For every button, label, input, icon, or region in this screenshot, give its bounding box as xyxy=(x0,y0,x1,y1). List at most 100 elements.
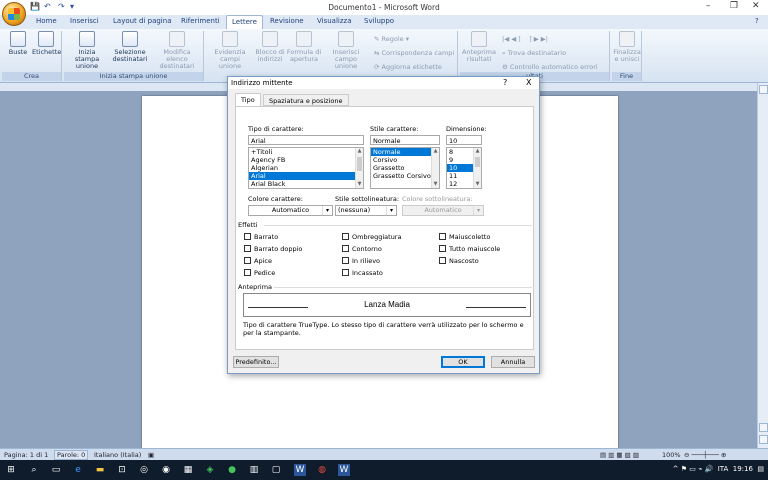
anteprima-risultati-button[interactable]: Anteprima risultati xyxy=(460,31,498,63)
maiuscoletto-checkbox[interactable] xyxy=(439,233,446,240)
underline-color-combo[interactable]: Automatico ▾ xyxy=(402,205,484,216)
pedice-checkbox[interactable] xyxy=(244,269,251,276)
font-list-scrollbar[interactable]: ▲ ▼ xyxy=(355,148,363,188)
tab-layout[interactable]: Layout di pagina xyxy=(113,17,171,25)
tab-visualizza[interactable]: Visualizza xyxy=(317,17,351,25)
etichette-button[interactable]: Etichette xyxy=(32,31,61,56)
size-list[interactable]: 8 9 10 11 12 ▲ ▼ xyxy=(446,147,482,189)
vertical-scrollbar[interactable] xyxy=(757,83,768,448)
tab-lettere[interactable]: Lettere xyxy=(226,15,263,29)
font-list[interactable]: +Titoli Agency FB Algerian Arial Arial B… xyxy=(248,147,364,189)
formula-apertura-button[interactable]: Formula di apertura xyxy=(286,31,322,63)
language[interactable]: Italiano (Italia) xyxy=(94,451,141,459)
tab-sviluppo[interactable]: Sviluppo xyxy=(364,17,394,25)
font-option-selected[interactable]: Arial xyxy=(249,172,363,180)
trova-destinatario-button[interactable]: ⌕ Trova destinatario xyxy=(502,49,566,58)
chrome-icon[interactable]: ◍ xyxy=(316,464,328,476)
tutto-maiuscole-checkbox[interactable] xyxy=(439,245,446,252)
office-button[interactable] xyxy=(2,2,26,26)
tab-home[interactable]: Home xyxy=(36,17,57,25)
apice-checkbox[interactable] xyxy=(244,257,251,264)
font-option[interactable]: Arial Black xyxy=(249,180,363,188)
file-explorer-icon[interactable]: ▬ xyxy=(94,464,106,476)
font-option[interactable]: Agency FB xyxy=(249,156,363,164)
close-icon[interactable]: ✕ xyxy=(752,1,760,11)
next-page-icon[interactable] xyxy=(759,435,768,444)
minimize-icon[interactable]: – xyxy=(706,1,711,11)
style-input[interactable]: Normale xyxy=(370,135,440,145)
nascosto-checkbox[interactable] xyxy=(439,257,446,264)
style-option-selected[interactable]: Normale xyxy=(371,148,439,156)
view-buttons[interactable]: ▤ ▥ ▦ ▧ ▨ xyxy=(600,451,639,459)
font-input[interactable]: Arial xyxy=(248,135,364,145)
finalizza-unisci-button[interactable]: Finalizza e unisci xyxy=(612,31,642,63)
evidenzia-campi-button[interactable]: Evidenzia campi unione xyxy=(208,31,252,70)
app-icon-1[interactable]: ◎ xyxy=(138,464,150,476)
controllo-errori-button[interactable]: ⚙ Controllo automatico errori xyxy=(502,63,598,71)
help-icon[interactable]: ? xyxy=(755,17,759,25)
corrispondenza-campi-button[interactable]: ⇆ Corrispondenza campi xyxy=(374,49,454,57)
tab-revisione[interactable]: Revisione xyxy=(270,17,304,25)
restore-icon[interactable]: ❐ xyxy=(730,1,738,11)
app-icon-2[interactable]: ◉ xyxy=(160,464,172,476)
tab-spaziatura[interactable]: Spaziatura e posizione xyxy=(263,94,349,106)
size-list-scrollbar[interactable]: ▲ ▼ xyxy=(473,148,481,188)
word-count[interactable]: Parole: 0 xyxy=(54,450,89,460)
incassato-checkbox[interactable] xyxy=(342,269,349,276)
ok-button[interactable]: OK xyxy=(441,356,485,368)
dialog-close-icon[interactable]: X xyxy=(526,78,531,87)
word-taskbar-icon[interactable]: W xyxy=(294,464,306,476)
in-rilievo-checkbox[interactable] xyxy=(342,257,349,264)
app-icon-5[interactable]: ● xyxy=(226,464,238,476)
annulla-button[interactable]: Annulla xyxy=(491,356,535,368)
scroll-up-icon[interactable] xyxy=(759,85,768,94)
barrato-checkbox[interactable] xyxy=(244,233,251,240)
app-icon-4[interactable]: ◈ xyxy=(204,464,216,476)
greeting-icon xyxy=(296,31,312,47)
app-icon-7[interactable]: ▢ xyxy=(270,464,282,476)
underline-combo[interactable]: (nessuna) ▾ xyxy=(335,205,397,216)
inserisci-campo-unione-button[interactable]: Inserisci campo unione xyxy=(322,31,370,70)
prev-page-icon[interactable] xyxy=(759,423,768,432)
tab-inserisci[interactable]: Inserisci xyxy=(70,17,99,25)
tab-riferimenti[interactable]: Riferimenti xyxy=(181,17,220,25)
ombreggiatura-checkbox[interactable] xyxy=(342,233,349,240)
predefinito-button[interactable]: Predefinito... xyxy=(233,356,279,368)
record-nav[interactable]: |◀ ◀ [ ] ▶ ▶| xyxy=(502,35,548,43)
contorno-checkbox[interactable] xyxy=(342,245,349,252)
modifica-elenco-button[interactable]: Modifica elenco destinatari xyxy=(152,31,202,70)
style-list-scrollbar[interactable]: ▲ ▼ xyxy=(431,148,439,188)
dialog-help-icon[interactable]: ? xyxy=(503,78,507,87)
color-combo[interactable]: Automatico ▾ xyxy=(248,205,333,216)
size-input[interactable]: 10 xyxy=(446,135,482,145)
font-option[interactable]: Algerian xyxy=(249,164,363,172)
style-option[interactable]: Grassetto xyxy=(371,164,439,172)
tab-tipo[interactable]: Tipo xyxy=(235,93,261,106)
aggiorna-etichette-button[interactable]: ⟳ Aggiorna etichette xyxy=(374,63,442,71)
task-view-icon[interactable]: ▭ xyxy=(50,464,62,476)
word-taskbar-icon-2[interactable]: W xyxy=(338,464,350,476)
font-option[interactable]: +Titoli xyxy=(249,148,363,156)
zoom-level[interactable]: 100% xyxy=(662,451,681,459)
inizia-stampa-unione-button[interactable]: Inizia stampa unione xyxy=(66,31,108,70)
selezione-destinatari-button[interactable]: Selezione destinatari xyxy=(110,31,150,63)
buste-button[interactable]: Buste xyxy=(6,31,30,56)
apice-label: Apice xyxy=(254,257,272,265)
style-option[interactable]: Grassetto Corsivo xyxy=(371,172,439,180)
system-tray[interactable]: ^ ⚑ ▭ ⌁ 🔊 ITA 19:16 ▤ xyxy=(673,465,764,473)
style-list[interactable]: Normale Corsivo Grassetto Grassetto Cors… xyxy=(370,147,440,189)
app-icon-6[interactable]: ▥ xyxy=(248,464,260,476)
zoom-slider[interactable]: ⊖ ───┼─── ⊕ xyxy=(684,451,726,459)
store-icon[interactable]: ⊡ xyxy=(116,464,128,476)
app-icon-3[interactable]: ▦ xyxy=(182,464,194,476)
search-icon[interactable]: ⌕ xyxy=(28,464,40,476)
start-icon[interactable]: ⊞ xyxy=(5,464,17,476)
page-count[interactable]: Pagina: 1 di 1 xyxy=(4,451,48,459)
macro-record-icon[interactable]: ▣ xyxy=(148,451,154,459)
blocco-indirizzi-button[interactable]: Blocco di indirizzi xyxy=(254,31,286,63)
finish-merge-icon xyxy=(619,31,635,47)
style-option[interactable]: Corsivo xyxy=(371,156,439,164)
barrato-doppio-checkbox[interactable] xyxy=(244,245,251,252)
edge-icon[interactable]: e xyxy=(72,464,84,476)
regole-button[interactable]: ✎ Regole ▾ xyxy=(374,35,409,43)
